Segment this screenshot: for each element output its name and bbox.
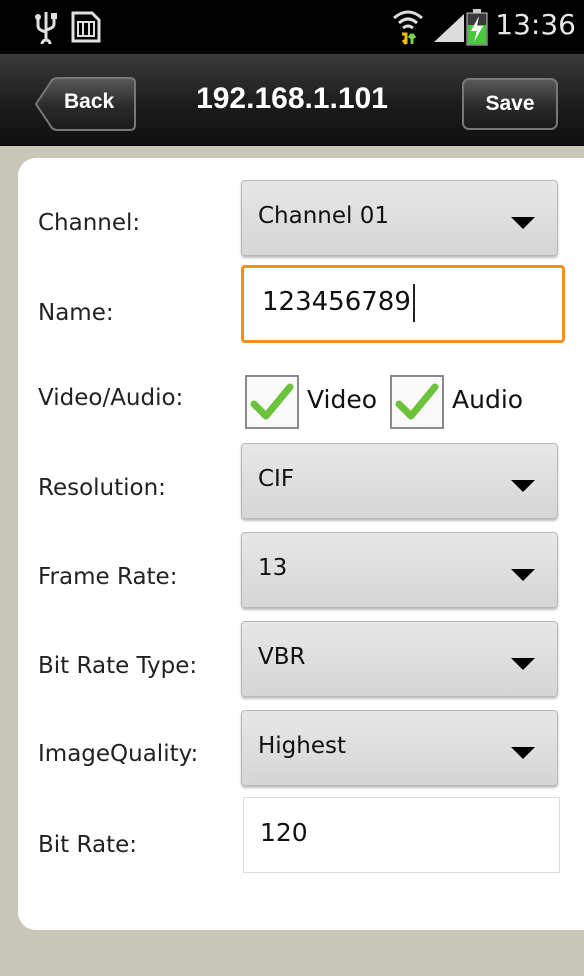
channel-spinner[interactable]: Channel 01 [241, 180, 558, 256]
video-audio-label: Video/Audio: [38, 385, 184, 411]
text-caret [413, 284, 415, 322]
channel-value: Channel 01 [258, 203, 390, 229]
bit-rate-input[interactable]: 120 [243, 797, 560, 873]
wifi-icon [390, 8, 426, 50]
battery-charging-icon [466, 9, 488, 51]
resolution-value: CIF [258, 466, 295, 492]
dropdown-arrow-icon [511, 480, 535, 492]
name-input[interactable]: 123456789 [241, 265, 565, 343]
dropdown-arrow-icon [511, 217, 535, 229]
signal-icon [432, 12, 466, 48]
video-checkbox[interactable] [245, 375, 299, 429]
image-quality-label: ImageQuality: [38, 741, 199, 767]
frame-rate-spinner[interactable]: 13 [241, 532, 558, 608]
channel-label: Channel: [38, 210, 141, 236]
bit-rate-type-value: VBR [258, 644, 306, 670]
sim-card-icon [70, 10, 102, 48]
resolution-label: Resolution: [38, 475, 166, 501]
name-input-value: 123456789 [262, 287, 411, 317]
video-checkbox-label: Video [307, 385, 378, 414]
dropdown-arrow-icon [511, 747, 535, 759]
bit-rate-label: Bit Rate: [38, 832, 137, 858]
dropdown-arrow-icon [511, 569, 535, 581]
action-bar: Back 192.168.1.101 Save [0, 54, 584, 146]
audio-checkbox[interactable] [390, 375, 444, 429]
bit-rate-type-label: Bit Rate Type: [38, 653, 198, 679]
status-time: 13:36 [495, 8, 576, 41]
image-quality-spinner[interactable]: Highest [241, 710, 558, 786]
status-bar: 13:36 [0, 0, 584, 54]
bit-rate-type-spinner[interactable]: VBR [241, 621, 558, 697]
dropdown-arrow-icon [511, 658, 535, 670]
name-label: Name: [38, 300, 114, 326]
bit-rate-value: 120 [260, 818, 308, 847]
audio-checkbox-label: Audio [452, 385, 524, 414]
image-quality-value: Highest [258, 733, 347, 759]
usb-icon [32, 10, 60, 50]
save-button[interactable]: Save [462, 78, 558, 130]
frame-rate-value: 13 [258, 555, 288, 581]
frame-rate-label: Frame Rate: [38, 564, 178, 590]
resolution-spinner[interactable]: CIF [241, 443, 558, 519]
